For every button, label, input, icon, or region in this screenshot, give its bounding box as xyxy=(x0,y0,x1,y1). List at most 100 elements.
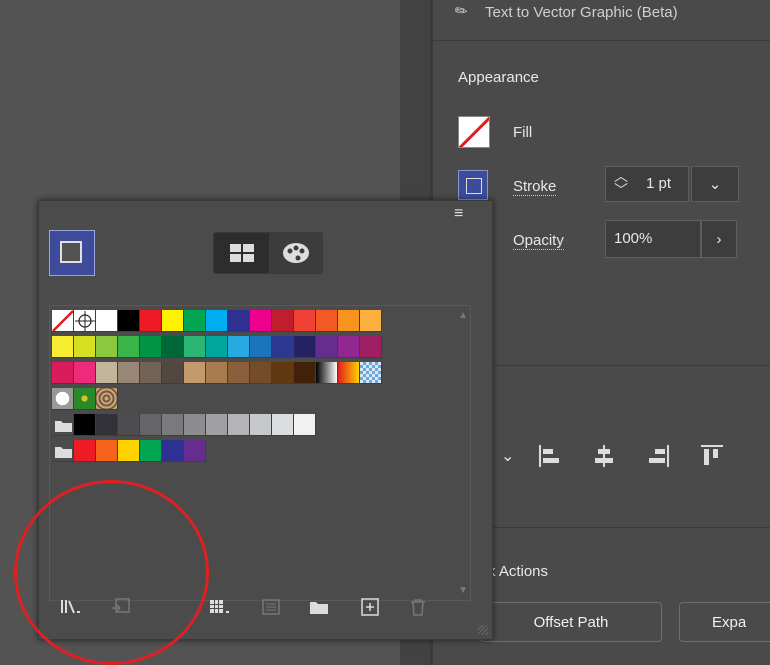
color-swatch[interactable] xyxy=(96,414,118,436)
folder-icon[interactable] xyxy=(52,440,74,462)
color-swatch[interactable] xyxy=(162,362,184,384)
offset-path-button[interactable]: Offset Path xyxy=(480,602,662,642)
color-swatch[interactable] xyxy=(184,336,206,358)
color-swatch[interactable] xyxy=(140,362,162,384)
pattern-dots-swatch[interactable] xyxy=(52,388,74,410)
color-swatch[interactable] xyxy=(74,336,96,358)
color-swatch[interactable] xyxy=(52,336,74,358)
opacity-field[interactable]: 100% xyxy=(605,220,701,258)
place-swatches-icon[interactable] xyxy=(109,596,133,618)
gradient-bw-swatch[interactable] xyxy=(316,362,338,384)
registration-swatch[interactable] xyxy=(74,310,96,332)
color-swatch[interactable] xyxy=(140,414,162,436)
resize-grip[interactable] xyxy=(478,625,488,635)
color-swatch[interactable] xyxy=(272,414,294,436)
new-color-group-icon[interactable] xyxy=(307,596,331,618)
scroll-down-icon[interactable]: ▼ xyxy=(458,585,468,596)
color-swatch[interactable] xyxy=(338,310,360,332)
color-swatch[interactable] xyxy=(184,362,206,384)
pattern-leaf-swatch[interactable] xyxy=(74,388,96,410)
swatch-options-icon[interactable] xyxy=(259,596,283,618)
expand-button[interactable]: Expa xyxy=(679,602,770,642)
color-swatch[interactable] xyxy=(294,336,316,358)
color-swatch[interactable] xyxy=(360,310,382,332)
folder-icon[interactable] xyxy=(52,414,74,436)
color-swatch[interactable] xyxy=(140,336,162,358)
color-swatch[interactable] xyxy=(96,310,118,332)
color-swatch[interactable] xyxy=(206,310,228,332)
color-swatch[interactable] xyxy=(184,310,206,332)
color-swatch[interactable] xyxy=(206,336,228,358)
color-swatch[interactable] xyxy=(118,310,140,332)
color-swatch[interactable] xyxy=(162,440,184,462)
color-swatch[interactable] xyxy=(250,414,272,436)
color-swatch[interactable] xyxy=(316,310,338,332)
color-swatch[interactable] xyxy=(74,414,96,436)
none-swatch[interactable] xyxy=(52,310,74,332)
scroll-up-icon[interactable]: ▲ xyxy=(458,310,468,321)
color-swatch[interactable] xyxy=(272,336,294,358)
color-swatch[interactable] xyxy=(294,310,316,332)
fill-swatch[interactable] xyxy=(458,116,490,148)
color-swatch[interactable] xyxy=(250,336,272,358)
delete-swatch-icon[interactable] xyxy=(406,596,430,618)
color-swatch[interactable] xyxy=(118,336,140,358)
stroke-weight-field[interactable]: ︿ ﹀ 1 pt xyxy=(605,166,689,202)
color-groups-palette-icon[interactable] xyxy=(269,233,323,273)
show-swatch-kinds-icon[interactable] xyxy=(204,596,238,618)
color-swatch[interactable] xyxy=(228,362,250,384)
color-swatch[interactable] xyxy=(162,414,184,436)
color-swatch[interactable] xyxy=(118,414,140,436)
gradient-orange-swatch[interactable] xyxy=(338,362,360,384)
color-swatch[interactable] xyxy=(118,362,140,384)
swatch-libraries-icon[interactable] xyxy=(55,596,89,618)
stroke-swatch[interactable] xyxy=(458,170,488,200)
color-swatch[interactable] xyxy=(184,414,206,436)
color-swatch[interactable] xyxy=(162,336,184,358)
color-swatch[interactable] xyxy=(316,336,338,358)
color-swatch[interactable] xyxy=(184,440,206,462)
color-swatch[interactable] xyxy=(360,336,382,358)
color-swatch[interactable] xyxy=(140,440,162,462)
color-swatch[interactable] xyxy=(272,362,294,384)
color-swatch[interactable] xyxy=(272,310,294,332)
color-swatch[interactable] xyxy=(228,310,250,332)
opacity-label[interactable]: Opacity xyxy=(513,232,564,250)
stroke-label[interactable]: Stroke xyxy=(513,178,557,196)
opacity-more-button[interactable]: › xyxy=(701,220,737,258)
panel-menu-icon[interactable]: ≡ xyxy=(454,205,463,223)
align-right-icon[interactable] xyxy=(645,443,671,469)
stepper-icon[interactable]: ︿ ﹀ xyxy=(614,169,628,197)
align-left-icon[interactable] xyxy=(537,443,563,469)
color-swatch[interactable] xyxy=(162,310,184,332)
color-swatch[interactable] xyxy=(250,362,272,384)
color-swatch[interactable] xyxy=(294,414,316,436)
color-swatch[interactable] xyxy=(118,440,140,462)
pattern-paisley-swatch[interactable] xyxy=(96,388,118,410)
color-swatch[interactable] xyxy=(206,414,228,436)
align-dropdown-icon[interactable]: ⌄ xyxy=(501,446,514,466)
color-swatch[interactable] xyxy=(228,336,250,358)
align-top-icon[interactable] xyxy=(699,443,725,469)
color-swatch[interactable] xyxy=(74,362,96,384)
align-horizontal-center-icon[interactable] xyxy=(591,443,617,469)
color-swatch[interactable] xyxy=(206,362,228,384)
color-swatch[interactable] xyxy=(96,336,118,358)
swatches-grid[interactable]: ▲ ▼ xyxy=(49,305,471,601)
color-swatch[interactable] xyxy=(52,362,74,384)
gradient-blue-swatch[interactable] xyxy=(360,362,382,384)
new-swatch-icon[interactable] xyxy=(358,596,382,618)
color-swatch[interactable] xyxy=(96,362,118,384)
swatches-view-icon[interactable] xyxy=(214,233,269,273)
stroke-weight-dropdown[interactable]: ⌄ xyxy=(691,166,739,202)
color-swatch[interactable] xyxy=(228,414,250,436)
fill-stroke-proxy[interactable] xyxy=(49,230,95,276)
text-to-vector-header[interactable]: ✎ Text to Vector Graphic (Beta) xyxy=(433,0,770,41)
swatch-view-toggle[interactable] xyxy=(213,232,323,274)
color-swatch[interactable] xyxy=(250,310,272,332)
color-swatch[interactable] xyxy=(294,362,316,384)
color-swatch[interactable] xyxy=(74,440,96,462)
color-swatch[interactable] xyxy=(140,310,162,332)
color-swatch[interactable] xyxy=(338,336,360,358)
color-swatch[interactable] xyxy=(96,440,118,462)
